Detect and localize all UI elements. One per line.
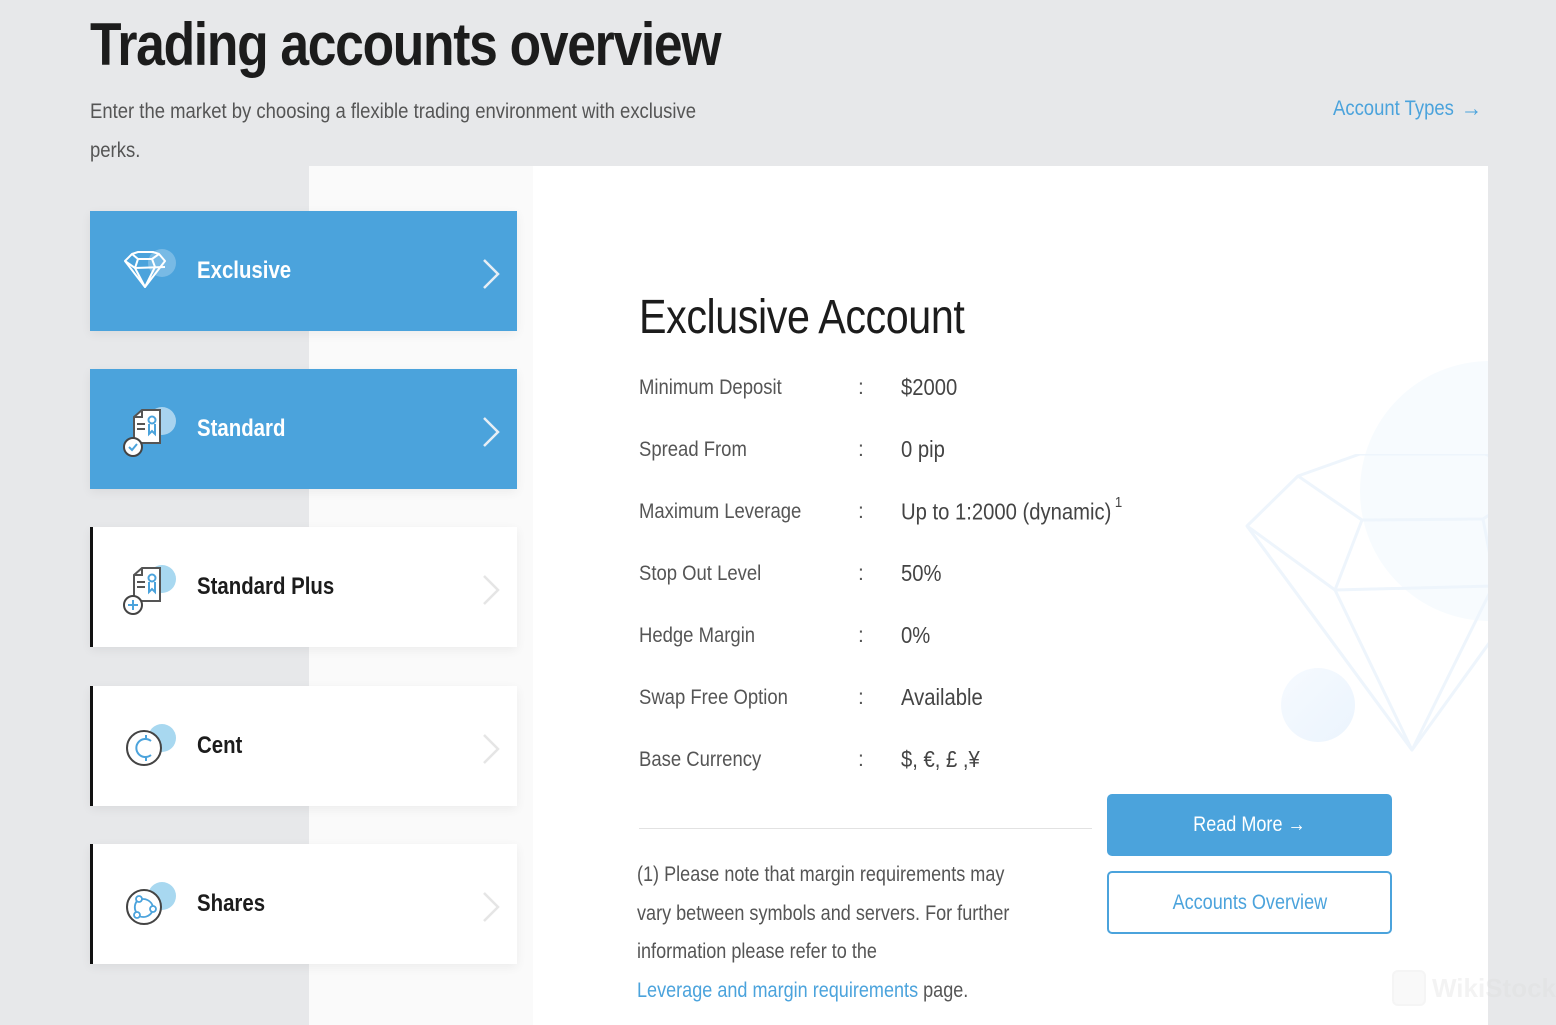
spec-label: Swap Free Option xyxy=(639,686,788,709)
spec-value: Available xyxy=(901,684,983,710)
spec-value: $2000 xyxy=(901,374,958,400)
account-details-panel: Exclusive Account Minimum Deposit : $200… xyxy=(533,166,1488,1025)
spec-label: Minimum Deposit xyxy=(639,376,782,399)
spec-label: Hedge Margin xyxy=(639,624,756,647)
leverage-footnote: (1) Please note that margin requirements… xyxy=(637,856,1041,1010)
account-types-label: Account Types xyxy=(1333,97,1454,120)
spec-value: 0 pip xyxy=(901,436,945,462)
tab-label: Cent xyxy=(197,732,243,759)
shares-network-icon xyxy=(122,880,176,930)
tab-label: Standard xyxy=(197,415,286,442)
spec-colon: : xyxy=(858,624,864,647)
spec-row-hedge-margin: Hedge Margin : 0% xyxy=(639,622,1239,654)
spec-row-base-currency: Base Currency : $, €, £ ,¥ xyxy=(639,746,1239,778)
watermark-text: WikiStock xyxy=(1432,972,1556,1003)
spec-colon: : xyxy=(858,748,864,771)
footnote-marker: 1 xyxy=(1114,494,1123,511)
certificate-check-icon xyxy=(122,405,176,457)
spec-colon: : xyxy=(858,562,864,585)
spec-value: 0% xyxy=(901,622,931,648)
tab-shares[interactable]: Shares xyxy=(90,844,517,964)
tab-exclusive[interactable]: Exclusive xyxy=(90,211,517,331)
spec-row-swap-free-option: Swap Free Option : Available xyxy=(639,684,1239,716)
certificate-plus-icon xyxy=(122,563,176,615)
tab-standard-plus[interactable]: Standard Plus xyxy=(90,527,517,647)
spec-label: Base Currency xyxy=(639,748,762,771)
chevron-right-icon xyxy=(483,734,500,764)
read-more-button[interactable]: Read More → xyxy=(1107,794,1392,856)
spec-colon: : xyxy=(858,686,864,709)
footnote-text: (1) Please note that margin requirements… xyxy=(637,863,1010,963)
spec-label: Spread From xyxy=(639,438,747,461)
spec-value: 50% xyxy=(901,560,942,586)
read-more-label: Read More → xyxy=(1193,813,1306,836)
page-title: Trading accounts overview xyxy=(90,11,721,78)
chevron-right-icon xyxy=(483,575,500,605)
watermark: WikiStock xyxy=(1392,970,1556,1006)
tab-label: Shares xyxy=(197,890,266,917)
account-title: Exclusive Account xyxy=(639,291,965,344)
arrow-right-icon: → xyxy=(1460,95,1483,122)
spec-colon: : xyxy=(858,438,864,461)
leverage-margin-link[interactable]: Leverage and margin requirements xyxy=(637,979,918,1002)
watermark-logo-icon xyxy=(1392,970,1426,1006)
spec-row-minimum-deposit: Minimum Deposit : $2000 xyxy=(639,374,1239,406)
chevron-right-icon xyxy=(483,892,500,922)
page-subtitle: Enter the market by choosing a flexible … xyxy=(90,100,697,162)
accounts-overview-button[interactable]: Accounts Overview xyxy=(1107,871,1392,934)
tab-standard[interactable]: Standard xyxy=(90,369,517,489)
spec-colon: : xyxy=(858,376,864,399)
chevron-right-icon xyxy=(483,417,500,447)
tab-cent[interactable]: Cent xyxy=(90,686,517,806)
divider xyxy=(639,828,1092,829)
account-types-link[interactable]: Account Types → xyxy=(1333,95,1482,123)
diamond-icon xyxy=(122,247,176,297)
spec-label: Maximum Leverage xyxy=(639,500,802,523)
footnote-tail: page. xyxy=(918,978,969,1002)
spec-value: $, €, £ ,¥ xyxy=(901,746,980,772)
spec-value: Up to 1:2000 (dynamic) 1 xyxy=(901,494,1122,526)
spec-row-maximum-leverage: Maximum Leverage : Up to 1:2000 (dynamic… xyxy=(639,494,1239,530)
cent-coin-icon xyxy=(122,722,176,772)
tab-label: Standard Plus xyxy=(197,573,335,600)
spec-row-stop-out-level: Stop Out Level : 50% xyxy=(639,560,1239,592)
accounts-overview-label: Accounts Overview xyxy=(1172,890,1327,914)
spec-row-spread-from: Spread From : 0 pip xyxy=(639,436,1239,468)
chevron-right-icon xyxy=(483,259,500,289)
spec-label: Stop Out Level xyxy=(639,562,762,585)
tab-label: Exclusive xyxy=(197,257,292,284)
diamond-background-icon xyxy=(1245,454,1488,752)
spec-colon: : xyxy=(858,500,864,523)
leverage-value: Up to 1:2000 (dynamic) xyxy=(901,498,1112,525)
